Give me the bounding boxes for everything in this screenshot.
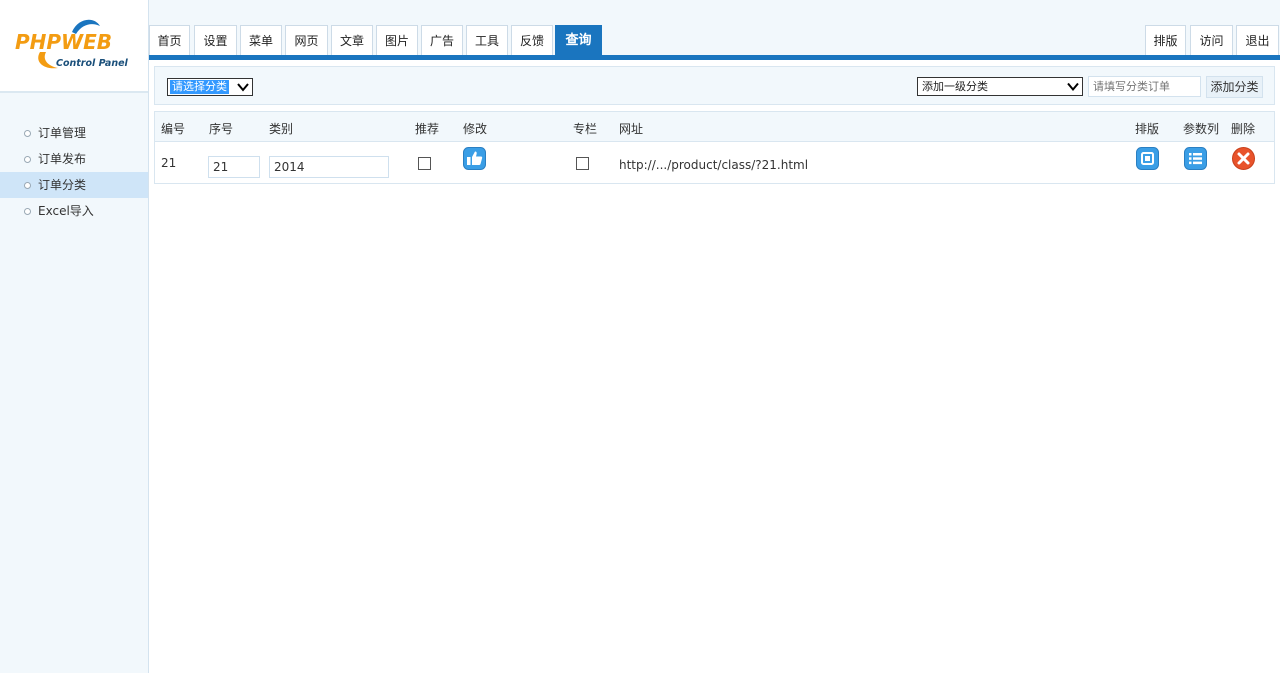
logo-php-text: PHPWEB [15, 30, 112, 54]
chevron-down-icon [1067, 82, 1079, 92]
sidebar-item-excel-import[interactable]: Excel导入 [0, 198, 148, 224]
col-edit: 修改 [463, 122, 488, 136]
category-name-input[interactable]: 2014 [269, 156, 389, 178]
category-select-value: 请选择分类 [170, 80, 229, 94]
tab-tools[interactable]: 工具 [466, 25, 508, 55]
top-nav: 首页 设置 菜单 网页 文章 图片 广告 工具 反馈 查询 排版 访问 退出 [149, 0, 1280, 60]
add-category-button[interactable]: 添加分类 [1206, 76, 1263, 98]
sidebar-item-order-category[interactable]: 订单分类 [0, 172, 148, 198]
col-order: 序号 [209, 122, 234, 136]
side-menu: 订单管理 订单发布 订单分类 Excel导入 [0, 120, 148, 224]
tab-feedback[interactable]: 反馈 [511, 25, 553, 55]
sidebar-item-label: 订单分类 [38, 178, 87, 192]
table-header: 编号 序号 类别 推荐 修改 专栏 网址 排版 参数列 删除 [155, 112, 1274, 142]
category-select[interactable]: 请选择分类 [167, 78, 253, 96]
tab-query[interactable]: 查询 [555, 25, 602, 55]
bullet-icon [24, 208, 31, 215]
tab-visit[interactable]: 访问 [1190, 25, 1233, 55]
bullet-icon [24, 156, 31, 163]
layout-icon[interactable] [1136, 147, 1159, 170]
col-id: 编号 [161, 122, 186, 136]
tab-article[interactable]: 文章 [331, 25, 373, 55]
sidebar: PHPWEB Control Panel 订单管理 订单发布 订单分类 Exce… [0, 0, 149, 673]
col-params: 参数列 [1183, 122, 1220, 136]
list-icon[interactable] [1184, 147, 1207, 170]
tab-layout[interactable]: 排版 [1145, 25, 1186, 55]
tab-menu[interactable]: 菜单 [240, 25, 282, 55]
order-input[interactable]: 21 [208, 156, 260, 178]
tab-ads[interactable]: 广告 [421, 25, 463, 55]
thumbs-up-icon[interactable] [463, 147, 486, 170]
category-url[interactable]: http://.../product/class/?21.html [619, 158, 808, 172]
col-category: 类别 [269, 122, 294, 136]
sidebar-item-label: Excel导入 [38, 204, 94, 218]
tab-logout[interactable]: 退出 [1236, 25, 1279, 55]
tab-home[interactable]: 首页 [149, 25, 190, 55]
logo: PHPWEB Control Panel [0, 0, 148, 93]
sidebar-item-order-publish[interactable]: 订单发布 [0, 146, 148, 172]
recommended-checkbox[interactable] [418, 157, 431, 170]
col-layout: 排版 [1135, 122, 1160, 136]
col-delete: 删除 [1231, 122, 1256, 136]
bullet-icon [24, 182, 31, 189]
row-id: 21 [161, 156, 177, 170]
col-recommended: 推荐 [415, 122, 440, 136]
tab-webpage[interactable]: 网页 [285, 25, 328, 55]
app: PHPWEB Control Panel 订单管理 订单发布 订单分类 Exce… [0, 0, 1280, 673]
filter-bar: 请选择分类 添加一级分类 添加分类 [154, 66, 1275, 105]
tab-settings[interactable]: 设置 [194, 25, 237, 55]
sidebar-item-label: 订单发布 [38, 152, 87, 166]
sidebar-item-order-manage[interactable]: 订单管理 [0, 120, 148, 146]
nav-divider [149, 55, 1280, 60]
new-category-input[interactable] [1088, 76, 1201, 97]
col-url: 网址 [619, 122, 644, 136]
phpweb-logo: PHPWEB Control Panel [15, 19, 129, 69]
featured-checkbox[interactable] [576, 157, 589, 170]
delete-icon[interactable] [1232, 147, 1255, 170]
level-select[interactable]: 添加一级分类 [917, 77, 1083, 96]
logo-tagline: Control Panel [56, 58, 129, 69]
col-featured: 专栏 [573, 122, 598, 136]
bullet-icon [24, 130, 31, 137]
tab-image[interactable]: 图片 [376, 25, 418, 55]
category-table: 编号 序号 类别 推荐 修改 专栏 网址 排版 参数列 删除 21 21 201… [154, 111, 1275, 184]
chevron-down-icon [237, 83, 249, 92]
level-select-value: 添加一级分类 [922, 80, 988, 93]
sidebar-item-label: 订单管理 [38, 126, 87, 140]
